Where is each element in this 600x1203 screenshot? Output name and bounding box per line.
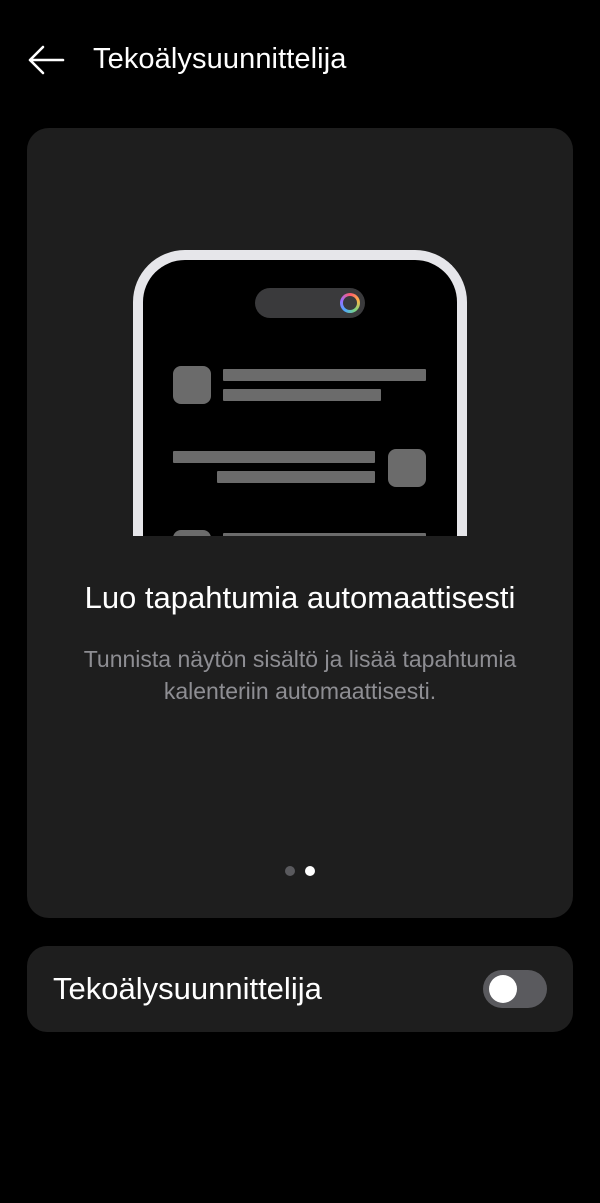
page-dot-2-active[interactable] bbox=[305, 866, 315, 876]
back-button[interactable] bbox=[22, 38, 70, 82]
placeholder-line bbox=[223, 533, 426, 536]
app-header: Tekoälysuunnittelija bbox=[0, 0, 600, 120]
page-title: Tekoälysuunnittelija bbox=[93, 43, 347, 75]
ai-assistant-ring-icon bbox=[340, 293, 360, 313]
page-dot-1[interactable] bbox=[285, 866, 295, 876]
arrow-left-icon bbox=[28, 45, 65, 75]
placeholder-line bbox=[223, 389, 381, 401]
ai-planner-setting-row[interactable]: Tekoälysuunnittelija bbox=[27, 946, 573, 1032]
phone-ai-assistant-illustration bbox=[133, 250, 467, 536]
placeholder-line bbox=[173, 451, 375, 463]
feature-description: Tunnista näytön sisältö ja lisää tapahtu… bbox=[83, 646, 517, 704]
feature-intro-card[interactable]: Luo tapahtumia automaattisesti Tunnista … bbox=[27, 128, 573, 918]
feature-title: Luo tapahtumia automaattisesti bbox=[84, 580, 516, 615]
toggle-knob bbox=[489, 975, 517, 1003]
phone-frame bbox=[133, 250, 467, 536]
placeholder-line bbox=[223, 369, 426, 381]
page-indicator[interactable] bbox=[27, 865, 573, 877]
placeholder-avatar bbox=[173, 366, 211, 404]
setting-label: Tekoälysuunnittelija bbox=[53, 971, 322, 1006]
placeholder-line bbox=[217, 471, 375, 483]
placeholder-avatar bbox=[173, 530, 211, 536]
placeholder-avatar bbox=[388, 449, 426, 487]
ai-planner-toggle[interactable] bbox=[483, 970, 547, 1008]
dynamic-island bbox=[255, 288, 365, 318]
